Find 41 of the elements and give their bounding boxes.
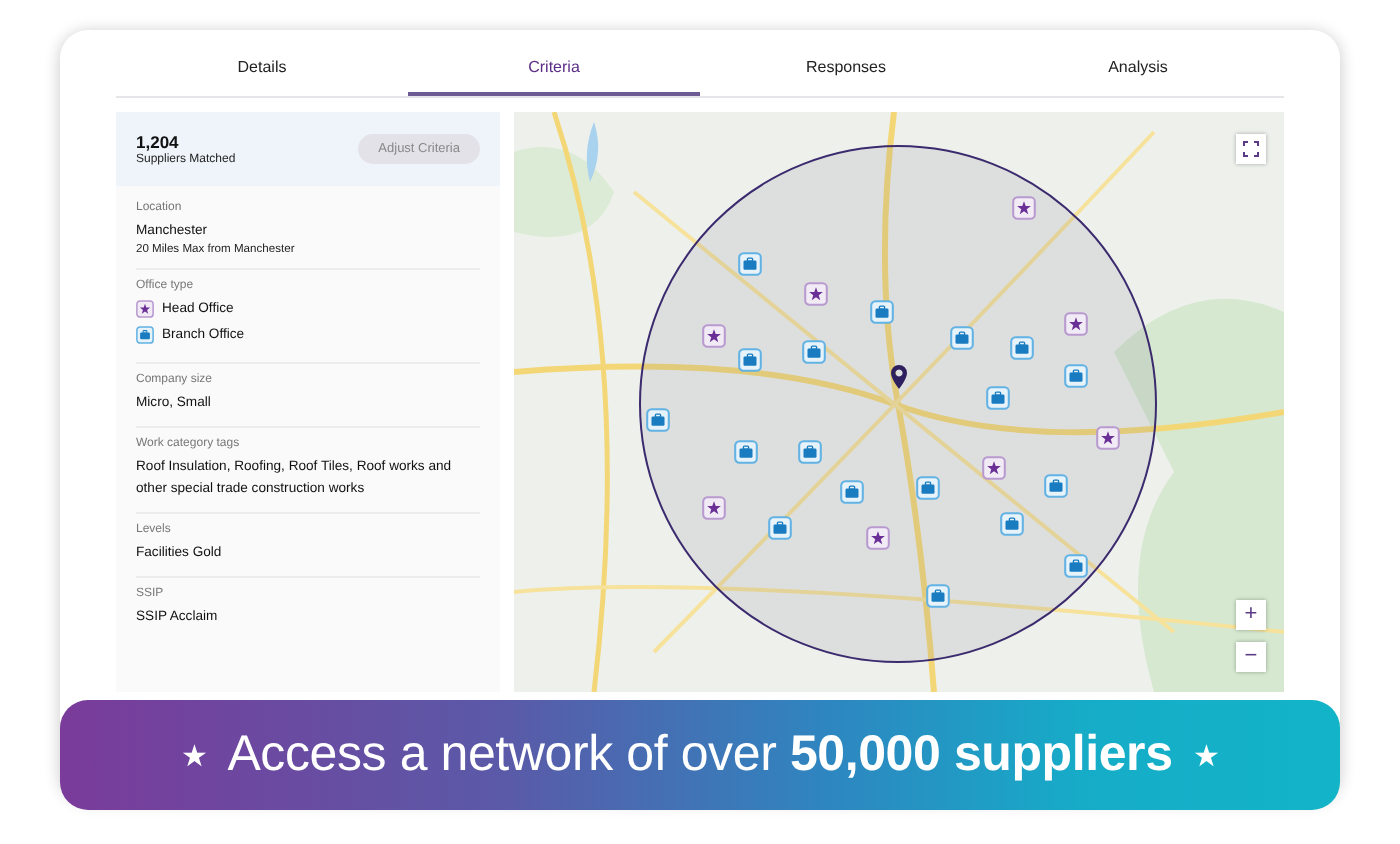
zoom-in-button[interactable]: + <box>1236 600 1266 630</box>
briefcase-marker-icon <box>840 480 864 504</box>
briefcase-marker-icon <box>798 440 822 464</box>
banner-text: Access a network of over 50,000 suppliers <box>227 726 1173 784</box>
star-icon: ★ <box>1192 737 1219 773</box>
star-icon: ★ <box>181 737 208 773</box>
location-pin-icon <box>890 364 908 390</box>
star-marker-icon <box>1064 312 1088 336</box>
fullscreen-icon <box>1242 139 1260 158</box>
star-marker-icon <box>804 282 828 306</box>
briefcase-marker-icon <box>738 252 762 276</box>
tab[interactable]: Criteria <box>408 50 700 96</box>
briefcase-marker-icon <box>926 584 950 608</box>
tab[interactable]: Responses <box>700 50 992 96</box>
zoom-out-button[interactable]: − <box>1236 642 1266 672</box>
briefcase-marker-icon <box>646 408 670 432</box>
star-marker-icon <box>1012 196 1036 220</box>
star-marker-icon <box>866 526 890 550</box>
star-marker-icon <box>702 496 726 520</box>
star-marker-icon <box>136 300 154 318</box>
star-marker-icon <box>702 324 726 348</box>
supplier-count: 1,204 <box>136 132 181 152</box>
briefcase-marker-icon <box>1000 512 1024 536</box>
briefcase-marker-icon <box>768 516 792 540</box>
tab[interactable]: Analysis <box>992 50 1284 96</box>
briefcase-marker-icon <box>870 300 894 324</box>
briefcase-marker-icon <box>986 386 1010 410</box>
briefcase-marker-icon <box>916 476 940 500</box>
briefcase-marker-icon <box>950 326 974 350</box>
fullscreen-button[interactable] <box>1236 134 1266 164</box>
briefcase-marker-icon <box>1010 336 1034 360</box>
briefcase-marker-icon <box>1044 474 1068 498</box>
briefcase-marker-icon <box>738 348 762 372</box>
briefcase-marker-icon <box>734 440 758 464</box>
briefcase-marker-icon <box>802 340 826 364</box>
briefcase-marker-icon <box>136 326 154 344</box>
star-marker-icon <box>982 456 1006 480</box>
briefcase-marker-icon <box>1064 364 1088 388</box>
star-marker-icon <box>1096 426 1120 450</box>
tab[interactable]: Details <box>116 50 408 96</box>
briefcase-marker-icon <box>1064 554 1088 578</box>
